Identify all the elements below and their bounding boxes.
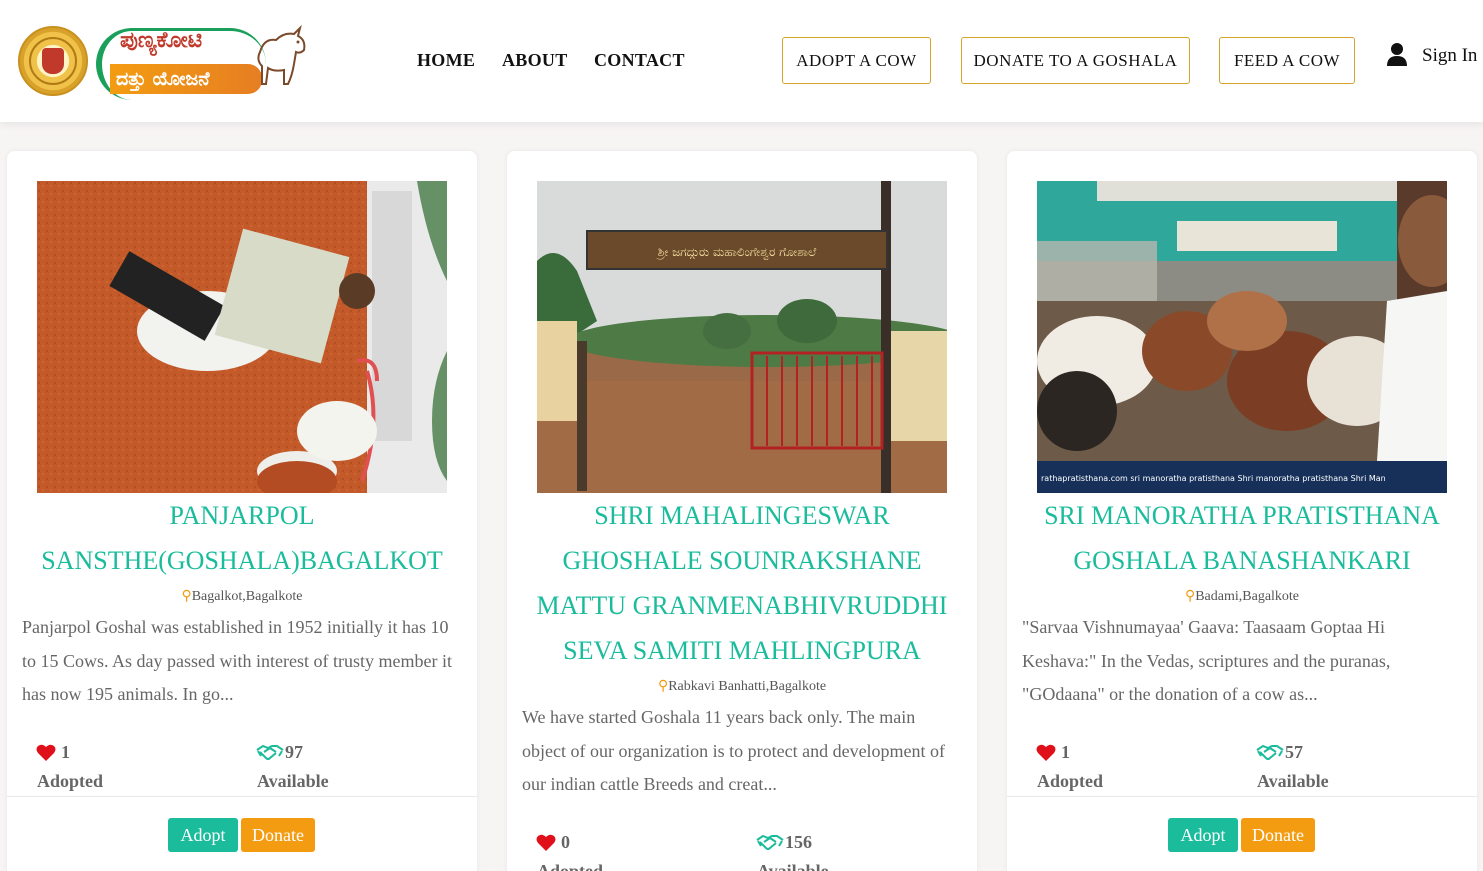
location-pin-icon: ⚲ <box>181 589 192 604</box>
punyakoti-logo[interactable]: ಪುಣ್ಯಕೋಟಿ ದತ್ತು ಯೋಜನೆ <box>96 22 310 102</box>
location-text: Badami,Bagalkote <box>1195 589 1300 604</box>
heart-icon <box>536 834 556 851</box>
adopt-button[interactable]: Adopt <box>168 818 238 852</box>
logo-title-line2: ದತ್ತು ಯೋಜನೆ <box>110 64 262 94</box>
goshala-title[interactable]: SRI MANORATHA PRATISTHANA GOSHALA BANASH… <box>1017 493 1467 583</box>
goshala-title-line: MATTU GRANMENABHIVRUDDHI <box>536 591 948 620</box>
goshala-photo[interactable] <box>37 181 447 493</box>
photo-footer-text: rathapratisthana.com sri manoratha prati… <box>1041 474 1386 483</box>
available-count: 156 <box>785 832 812 852</box>
sign-in-link[interactable]: Sign In <box>1422 45 1477 67</box>
goshala-description: "Sarvaa Vishnumayaa' Gaava: Taasaam Gopt… <box>1022 617 1391 704</box>
adopt-button[interactable]: Adopt <box>1168 818 1238 852</box>
nav-about[interactable]: ABOUT <box>502 50 568 71</box>
goshala-card: PANJARPOL SANSTHE(GOSHALA)BAGALKOT ⚲Baga… <box>7 151 477 871</box>
location-text: Bagalkot,Bagalkote <box>191 589 303 604</box>
available-count: 57 <box>1285 742 1303 762</box>
goshala-location: ⚲Bagalkot,Bagalkote <box>7 588 477 605</box>
location-pin-icon: ⚲ <box>1184 589 1196 604</box>
location-text: Rabkavi Banhatti,Bagalkote <box>668 679 827 694</box>
heart-icon <box>1036 744 1056 761</box>
goshala-location: ⚲Badami,Bagalkote <box>1007 588 1477 605</box>
available-label: Available <box>1257 771 1329 791</box>
handshake-icon <box>756 834 784 850</box>
nav-contact[interactable]: CONTACT <box>594 50 685 71</box>
cow-logo-icon <box>257 24 306 85</box>
goshala-card: rathapratisthana.com sri manoratha prati… <box>1007 151 1477 871</box>
goshala-title-line: PANJARPOL <box>169 501 315 530</box>
goshala-location: ⚲Rabkavi Banhatti,Bagalkote <box>507 678 977 695</box>
goshala-card: ಶ್ರೀ ಜಗದ್ಗುರು ಮಹಾಲಿಂಗೇಶ್ವರ ಗೋಶಾಲೆ SHRI M… <box>507 151 977 871</box>
handshake-icon <box>1256 744 1284 760</box>
card-divider <box>1007 796 1477 797</box>
card-divider <box>7 796 477 797</box>
adopted-label: Adopted <box>37 771 104 791</box>
adopt-a-cow-button[interactable]: ADOPT A COW <box>782 37 931 84</box>
adopted-count: 0 <box>561 832 570 852</box>
adopted-label: Adopted <box>537 861 604 871</box>
goshala-title-line: SANSTHE(GOSHALA)BAGALKOT <box>41 546 443 575</box>
adopted-label: Adopted <box>1037 771 1104 791</box>
goshala-description: Panjarpol Goshal was established in 1952… <box>22 617 452 704</box>
user-icon[interactable] <box>1387 42 1407 68</box>
goshala-title[interactable]: SHRI MAHALINGESWAR GHOSHALE SOUNRAKSHANE… <box>517 493 967 673</box>
goshala-description: We have started Goshala 11 years back on… <box>522 707 946 794</box>
available-count: 97 <box>285 742 303 762</box>
goshala-title[interactable]: PANJARPOL SANSTHE(GOSHALA)BAGALKOT <box>17 493 467 583</box>
adopted-count: 1 <box>61 742 70 762</box>
goshala-photo[interactable]: ಶ್ರೀ ಜಗದ್ಗುರು ಮಹಾಲಿಂಗೇಶ್ವರ ಗೋಶಾಲೆ <box>537 181 947 493</box>
available-label: Available <box>757 861 829 871</box>
goshala-photo[interactable]: rathapratisthana.com sri manoratha prati… <box>1037 181 1447 493</box>
heart-icon <box>36 744 56 761</box>
gate-banner-text: ಶ್ರೀ ಜಗದ್ಗುರು ಮಹಾಲಿಂಗೇಶ್ವರ ಗೋಶಾಲೆ <box>656 245 817 260</box>
handshake-icon <box>256 744 284 760</box>
feed-a-cow-button[interactable]: FEED A COW <box>1219 37 1355 84</box>
location-pin-icon: ⚲ <box>657 679 669 694</box>
donate-to-goshala-button[interactable]: DONATE TO A GOSHALA <box>961 37 1190 84</box>
donate-button[interactable]: Donate <box>1241 818 1315 852</box>
goshala-title-line: SHRI MAHALINGESWAR <box>594 501 890 530</box>
emblem-shield <box>42 48 64 74</box>
site-header: ಪುಣ್ಯಕೋಟಿ ದತ್ತು ಯೋಜನೆ HOME ABOUT CONTACT… <box>0 0 1483 122</box>
available-label: Available <box>257 771 329 791</box>
adopted-count: 1 <box>1061 742 1070 762</box>
goshala-title-line: GOSHALA BANASHANKARI <box>1073 546 1411 575</box>
goshala-title-line: SRI MANORATHA PRATISTHANA <box>1044 501 1440 530</box>
karnataka-emblem-logo[interactable] <box>18 26 88 96</box>
goshala-title-line: SEVA SAMITI MAHLINGPURA <box>563 636 921 665</box>
nav-home[interactable]: HOME <box>417 50 475 71</box>
donate-button[interactable]: Donate <box>241 818 315 852</box>
logo-title-line1: ಪುಣ್ಯಕೋಟಿ <box>120 28 203 53</box>
goshala-title-line: GHOSHALE SOUNRAKSHANE <box>562 546 922 575</box>
